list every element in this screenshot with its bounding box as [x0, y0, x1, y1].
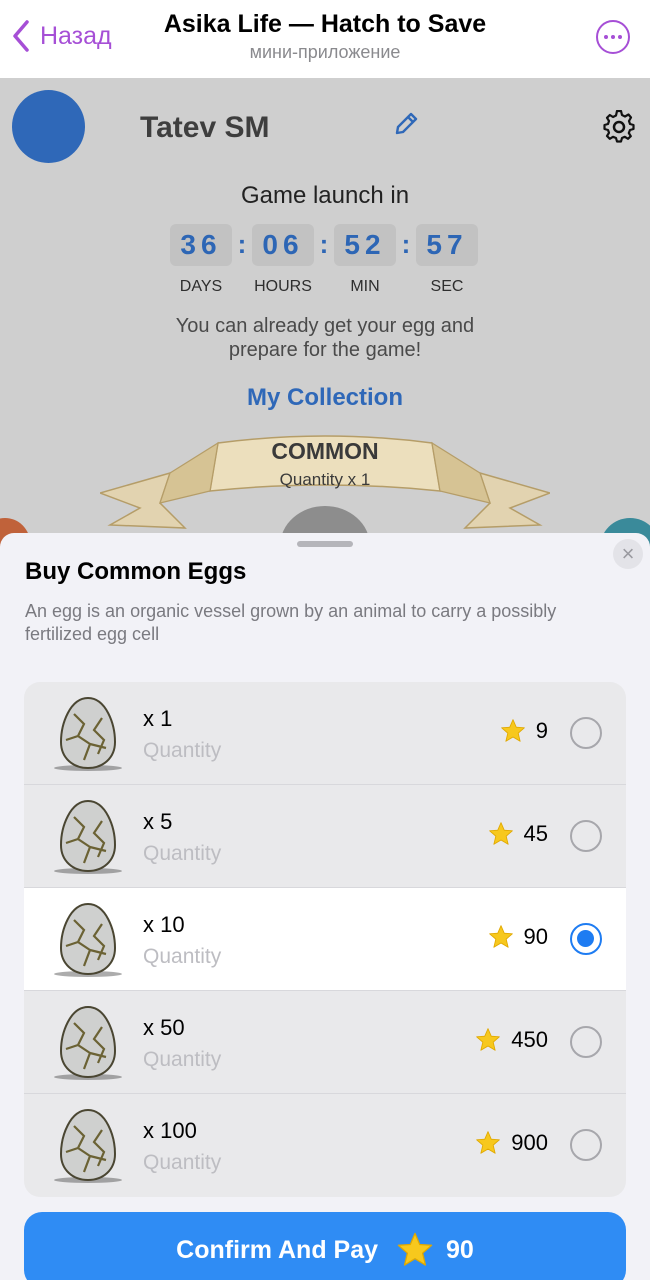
sheet-description: An egg is an organic vessel grown by an …	[25, 601, 557, 644]
countdown-separator: :	[401, 229, 411, 259]
pay-label: Confirm And Pay	[176, 1235, 379, 1264]
option-sublabel: Quantity	[143, 842, 222, 865]
option-row[interactable]: x 50 Quantity 450	[24, 991, 626, 1094]
option-radio[interactable]	[570, 1129, 602, 1161]
option-price: 45	[488, 821, 548, 847]
purchase-sheet: × Buy Common Eggs An egg is an organic v…	[0, 533, 650, 1280]
star-icon	[397, 1232, 433, 1266]
option-sublabel: Quantity	[143, 739, 222, 762]
sheet-title: Buy Common Eggs	[25, 558, 247, 585]
option-row[interactable]: x 10 Quantity 90	[24, 888, 626, 991]
option-price: 90	[488, 924, 548, 950]
option-sublabel: Quantity	[143, 1151, 222, 1174]
countdown-value: 52	[334, 224, 396, 266]
star-icon	[488, 822, 513, 845]
option-radio[interactable]	[570, 717, 602, 749]
egg-icon	[54, 799, 122, 874]
rarity-title: COMMON	[271, 438, 379, 464]
pay-amount: 90	[446, 1235, 474, 1264]
countdown-separator: :	[319, 229, 329, 259]
option-quantity: x 5	[143, 809, 173, 834]
egg-icon	[54, 1005, 122, 1080]
option-quantity: x 50	[143, 1015, 185, 1040]
countdown-label: MIN	[350, 278, 380, 295]
egg-icon	[54, 1108, 122, 1183]
option-price-value: 90	[523, 924, 548, 949]
egg-icon	[54, 902, 122, 977]
confirm-pay-button[interactable]: Confirm And Pay 90	[24, 1212, 626, 1280]
option-row[interactable]: x 100 Quantity 900	[24, 1094, 626, 1197]
star-icon	[488, 925, 513, 948]
countdown-seconds: 57 SEC	[416, 224, 478, 296]
close-icon[interactable]: ×	[613, 539, 643, 569]
username: Tatev SM	[140, 111, 270, 144]
sheet-handle[interactable]	[297, 541, 353, 547]
option-price: 450	[475, 1027, 548, 1053]
app-title: Asika Life — Hatch to Save	[163, 10, 487, 38]
option-price-value: 9	[535, 718, 548, 743]
countdown-hours: 06 HOURS	[252, 224, 314, 296]
option-price-value: 450	[511, 1027, 548, 1052]
info-line: prepare for the game!	[228, 339, 422, 361]
countdown-value: 36	[170, 224, 232, 266]
option-price: 9	[500, 718, 548, 744]
launch-label: Game launch in	[240, 182, 410, 209]
option-sublabel: Quantity	[143, 945, 222, 968]
top-navigation-bar: Назад Asika Life — Hatch to Save мини-пр…	[0, 0, 650, 78]
info-line: You can already get your egg and	[175, 315, 475, 337]
option-row[interactable]: x 1 Quantity 9	[24, 682, 626, 785]
quantity-options: x 1 Quantity 9 x 5 Quantity 45 x 10 Quan…	[24, 682, 626, 1197]
countdown-label: SEC	[430, 278, 464, 295]
option-price: 900	[475, 1130, 548, 1156]
my-collection-link[interactable]: My Collection	[0, 384, 650, 412]
more-icon[interactable]	[596, 20, 630, 54]
countdown-label: HOURS	[254, 278, 312, 295]
egg-icon	[54, 696, 122, 771]
star-icon	[476, 1131, 501, 1154]
star-icon	[476, 1028, 501, 1051]
game-screen: Tatev SM Game launch in 36 DAYS : 06 HOU…	[0, 78, 650, 558]
app-subtitle: мини-приложение	[249, 42, 401, 62]
countdown-separator: :	[237, 229, 247, 259]
option-row[interactable]: x 5 Quantity 45	[24, 785, 626, 888]
option-quantity: x 10	[143, 912, 185, 937]
countdown-days: 36 DAYS	[170, 224, 232, 296]
option-sublabel: Quantity	[143, 1048, 222, 1071]
countdown-label: DAYS	[179, 278, 223, 295]
option-radio[interactable]	[570, 820, 602, 852]
avatar[interactable]	[12, 90, 85, 163]
gear-icon[interactable]	[602, 110, 636, 144]
option-price-value: 900	[511, 1130, 548, 1155]
rarity-quantity: Quantity x 1	[279, 470, 371, 489]
countdown-value: 57	[416, 224, 478, 266]
countdown-value: 06	[252, 224, 314, 266]
option-quantity: x 100	[143, 1118, 197, 1143]
title-block: Asika Life — Hatch to Save мини-приложен…	[0, 10, 650, 63]
option-radio[interactable]	[570, 1026, 602, 1058]
option-quantity: x 1	[143, 706, 173, 731]
option-price-value: 45	[523, 821, 548, 846]
countdown: 36 DAYS : 06 HOURS : 52 MIN : 57 SEC	[170, 224, 478, 296]
info-text: You can already get your egg and prepare…	[0, 314, 650, 362]
countdown-minutes: 52 MIN	[334, 224, 396, 296]
option-radio[interactable]	[570, 923, 602, 955]
pencil-icon[interactable]	[392, 110, 420, 138]
star-icon	[500, 719, 525, 742]
